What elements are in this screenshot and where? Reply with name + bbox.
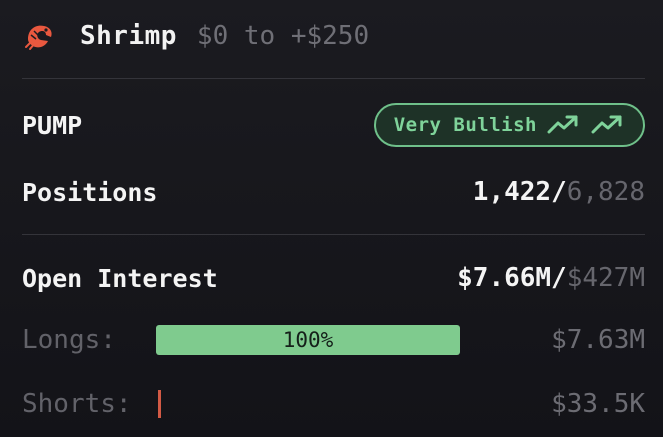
positions-current: 1,422/ bbox=[472, 177, 567, 207]
tier-title: Shrimp bbox=[80, 21, 177, 51]
shorts-bar bbox=[158, 390, 161, 418]
positions-label: Positions bbox=[22, 177, 158, 207]
longs-value: $7.63M bbox=[551, 325, 645, 355]
shorts-value: $33.5K bbox=[551, 389, 645, 419]
token-symbol: PUMP bbox=[22, 110, 83, 140]
trending-up-icon bbox=[591, 114, 625, 136]
open-interest-label: Open Interest bbox=[22, 263, 218, 293]
positions-value: 1,422/6,828 bbox=[473, 177, 645, 207]
shorts-row: Shorts: $33.5K bbox=[22, 382, 645, 426]
longs-percent: 100% bbox=[282, 328, 334, 352]
header: Shrimp $0 to +$250 bbox=[22, 14, 645, 58]
sentiment-label: Very Bullish bbox=[393, 114, 537, 136]
longs-label: Longs: bbox=[22, 325, 116, 355]
token-row: PUMP Very Bullish bbox=[22, 100, 645, 150]
open-interest-total: $427M bbox=[566, 263, 645, 293]
shorts-label: Shorts: bbox=[22, 389, 132, 419]
divider bbox=[22, 234, 645, 235]
longs-bar: 100% bbox=[156, 325, 460, 355]
open-interest-row: Open Interest $7.66M/$427M bbox=[22, 254, 645, 302]
open-interest-value: $7.66M/$427M bbox=[457, 263, 645, 293]
divider bbox=[22, 78, 645, 79]
tier-range: $0 to +$250 bbox=[196, 21, 370, 51]
open-interest-current: $7.66M/ bbox=[457, 263, 567, 293]
longs-row: Longs: 100% $7.63M bbox=[22, 318, 645, 362]
shrimp-icon bbox=[22, 19, 56, 53]
trending-up-icon bbox=[547, 114, 581, 136]
sentiment-badge: Very Bullish bbox=[373, 103, 645, 147]
positions-row: Positions 1,422/6,828 bbox=[22, 168, 645, 216]
positions-total: 6,828 bbox=[566, 177, 645, 207]
